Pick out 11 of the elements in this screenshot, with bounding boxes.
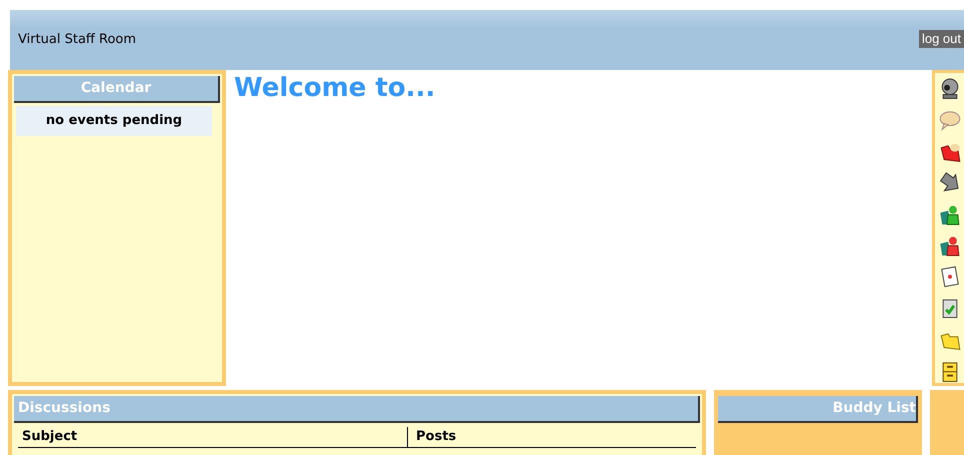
empty-events-message: no events pending	[16, 106, 212, 136]
buddy-list-heading: Buddy List	[718, 396, 918, 423]
calendar-heading: Calendar	[14, 76, 220, 103]
column-header: Subject	[18, 427, 408, 447]
logout-button[interactable]: log out	[918, 30, 964, 48]
sidebar-background	[930, 390, 964, 455]
column-header: Posts	[415, 428, 456, 446]
person-folder-icon[interactable]	[938, 234, 962, 258]
welcome-heading: Welcome to...	[234, 72, 436, 104]
site-title: Virtual Staff Room	[18, 31, 136, 49]
discussions-heading: Discussions	[14, 396, 700, 423]
